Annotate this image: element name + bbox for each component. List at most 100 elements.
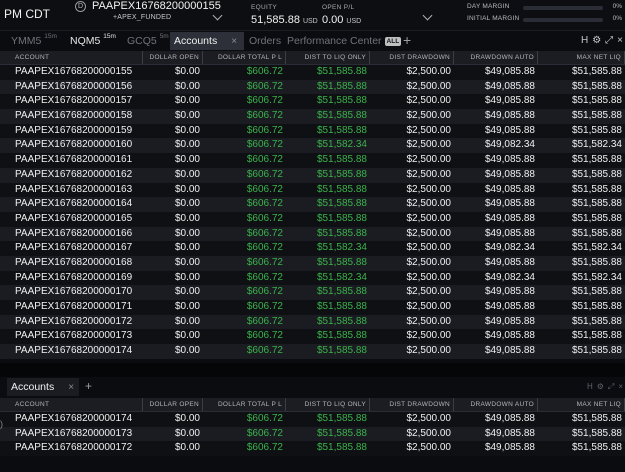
table-row[interactable]: PAAPEX16768200000161 $0.00 $606.72 $51,585.…	[0, 153, 625, 168]
cell-dist-drawdown: $2,500.00	[406, 242, 452, 254]
tab-performance-center[interactable]: Performance Center ALL	[283, 32, 405, 50]
table-row[interactable]: PAAPEX16768200000164 $0.00 $606.72 $51,585.…	[0, 197, 625, 212]
column-header-dist-to-liq[interactable]: DIST TO LIQ ONLY	[286, 51, 370, 64]
cell-dist-to-liq: $51,585.88	[316, 315, 367, 327]
cell-max-net-liq: $51,585.88	[571, 315, 622, 327]
cell-dollar-open: $0.00	[174, 124, 200, 136]
column-header-account[interactable]: ACCOUNT	[0, 51, 143, 64]
cell-dist-to-liq: $51,585.88	[316, 80, 367, 92]
close-icon[interactable]: ×	[68, 382, 74, 393]
tab-accounts[interactable]: Accounts ×	[170, 32, 244, 50]
cell-max-net-liq: $51,585.88	[571, 227, 622, 239]
table-row[interactable]: PAAPEX16768200000159 $0.00 $606.72 $51,585.…	[0, 123, 625, 139]
table-row[interactable]: PAAPEX16768200000174 $0.00 $606.72 $51,585.…	[0, 344, 625, 359]
column-header-dollar-total-pl[interactable]: DOLLAR TOTAL P L	[203, 398, 286, 411]
cell-dollar-total-pl: $606.72	[246, 95, 283, 107]
h-icon[interactable]: H	[581, 35, 588, 46]
tab-ymm5[interactable]: YMM5 15m	[7, 32, 61, 50]
initial-margin: INITIAL MARGIN 0%	[467, 15, 622, 22]
cell-drawdown-auto: $49,085.88	[484, 95, 535, 107]
table-row[interactable]: PAAPEX16768200000158 $0.00 $606.72 $51,585.…	[0, 109, 625, 124]
stats-dropdown-chevron-icon[interactable]	[422, 10, 433, 21]
column-header-dist-drawdown[interactable]: DIST DRAWDOWN	[370, 51, 454, 64]
cell-drawdown-auto: $49,085.88	[484, 330, 535, 342]
cell-dollar-total-pl: $606.72	[246, 124, 283, 136]
gear-icon[interactable]: ⚙	[597, 382, 604, 391]
table-row[interactable]: PAAPEX16768200000173 $0.00 $606.72 $51,585.…	[0, 426, 625, 442]
cell-dist-to-liq: $51,585.88	[316, 427, 367, 439]
tab-accounts-bottom[interactable]: Accounts ×	[7, 378, 79, 396]
cell-account: PAAPEX16768200000173	[15, 427, 133, 439]
expand-icon[interactable]: ⤢	[605, 35, 613, 46]
column-header-dist-to-liq[interactable]: DIST TO LIQ ONLY	[286, 398, 370, 411]
table-row[interactable]: PAAPEX16768200000172 $0.00 $606.72 $51,585.…	[0, 314, 625, 330]
table-row[interactable]: PAAPEX16768200000163 $0.00 $606.72 $51,585.…	[0, 182, 625, 198]
close-icon[interactable]: ×	[617, 35, 623, 46]
table-row[interactable]: PAAPEX16768200000170 $0.00 $606.72 $51,585.…	[0, 285, 625, 300]
cell-dist-to-liq: $51,585.88	[316, 256, 367, 268]
column-header-drawdown-auto[interactable]: DRAWDOWN AUTO	[454, 398, 538, 411]
cell-max-net-liq: $51,585.88	[571, 330, 622, 342]
add-tab-button-bottom[interactable]: +	[85, 378, 92, 395]
cell-dist-to-liq: $51,585.88	[316, 330, 367, 342]
expand-icon[interactable]: ⤢	[608, 382, 614, 391]
column-header-max-net-liq[interactable]: MAX NET LIQ	[538, 398, 625, 411]
cell-max-net-liq: $51,585.88	[571, 66, 622, 77]
tab-nqm5[interactable]: NQM5 15m	[66, 32, 120, 50]
column-header-drawdown-auto[interactable]: DRAWDOWN AUTO	[454, 51, 538, 64]
add-tab-button[interactable]: +	[403, 32, 411, 49]
table-row[interactable]: PAAPEX16768200000168 $0.00 $606.72 $51,585.…	[0, 255, 625, 271]
cell-dist-to-liq: $51,582.34	[316, 271, 367, 283]
h-icon[interactable]: H	[587, 382, 593, 391]
cell-dollar-open: $0.00	[174, 301, 200, 312]
initial-margin-bar	[523, 18, 603, 22]
table-row[interactable]: PAAPEX16768200000174 $0.00 $606.72 $51,585.…	[0, 412, 625, 427]
open-pl-value: 0.00 USD	[322, 14, 362, 26]
tab-gcq5[interactable]: GCQ5 5m	[123, 32, 173, 50]
cell-drawdown-auto: $49,085.88	[484, 442, 535, 454]
cell-dollar-open: $0.00	[174, 242, 200, 254]
cell-dollar-total-pl: $606.72	[246, 66, 283, 77]
cell-dollar-open: $0.00	[174, 183, 200, 195]
column-header-dollar-total-pl[interactable]: DOLLAR TOTAL P L	[203, 51, 286, 64]
cell-dist-drawdown: $2,500.00	[406, 110, 452, 122]
edge-fragment: )	[0, 419, 3, 429]
column-header-account[interactable]: ACCOUNT	[0, 398, 143, 411]
cell-dollar-open: $0.00	[174, 227, 200, 239]
cell-dollar-total-pl: $606.72	[246, 256, 283, 268]
cell-dollar-open: $0.00	[174, 212, 200, 224]
cell-dollar-open: $0.00	[174, 442, 200, 454]
table-row[interactable]: PAAPEX16768200000169 $0.00 $606.72 $51,582.…	[0, 270, 625, 286]
table-row[interactable]: PAAPEX16768200000167 $0.00 $606.72 $51,582.…	[0, 241, 625, 256]
column-header-max-net-liq[interactable]: MAX NET LIQ	[538, 51, 625, 64]
close-icon[interactable]: ×	[231, 36, 237, 47]
gear-icon[interactable]: ⚙	[592, 35, 601, 46]
column-header-dollar-open[interactable]: DOLLAR OPEN	[143, 51, 203, 64]
table-row[interactable]: PAAPEX16768200000171 $0.00 $606.72 $51,585.…	[0, 300, 625, 315]
cell-dist-drawdown: $2,500.00	[406, 271, 452, 283]
account-dropdown-chevron-icon[interactable]	[212, 10, 223, 21]
equity-value: 51,585.88 USD	[251, 14, 318, 26]
cell-dollar-total-pl: $606.72	[246, 271, 283, 283]
table-row[interactable]: PAAPEX16768200000155 $0.00 $606.72 $51,585.…	[0, 65, 625, 80]
table-row[interactable]: PAAPEX16768200000156 $0.00 $606.72 $51,585.…	[0, 79, 625, 95]
table-row[interactable]: PAAPEX16768200000160 $0.00 $606.72 $51,582.…	[0, 138, 625, 154]
cell-dist-to-liq: $51,585.88	[316, 168, 367, 180]
column-header-dist-drawdown[interactable]: DIST DRAWDOWN	[370, 398, 454, 411]
cell-dist-drawdown: $2,500.00	[406, 442, 452, 454]
tab-orders[interactable]: Orders	[245, 32, 285, 50]
close-icon[interactable]: ×	[618, 382, 623, 391]
panel-divider[interactable]	[0, 363, 625, 377]
table-row[interactable]: PAAPEX16768200000162 $0.00 $606.72 $51,585.…	[0, 167, 625, 183]
table-row[interactable]: PAAPEX16768200000172 $0.00 $606.72 $51,585.…	[0, 441, 625, 457]
table-row[interactable]: PAAPEX16768200000173 $0.00 $606.72 $51,585.…	[0, 329, 625, 345]
cell-dist-to-liq: $51,585.88	[316, 442, 367, 454]
table-row[interactable]: PAAPEX16768200000157 $0.00 $606.72 $51,585.…	[0, 94, 625, 110]
cell-dollar-open: $0.00	[174, 256, 200, 268]
table-row[interactable]: PAAPEX16768200000165 $0.00 $606.72 $51,585.…	[0, 211, 625, 227]
table-row[interactable]: PAAPEX16768200000166 $0.00 $606.72 $51,585.…	[0, 226, 625, 242]
cell-drawdown-auto: $49,085.88	[484, 168, 535, 180]
account-selector[interactable]: PAAPEX16768200000155	[92, 0, 221, 12]
cell-dist-drawdown: $2,500.00	[406, 227, 452, 239]
column-header-dollar-open[interactable]: DOLLAR OPEN	[143, 398, 203, 411]
